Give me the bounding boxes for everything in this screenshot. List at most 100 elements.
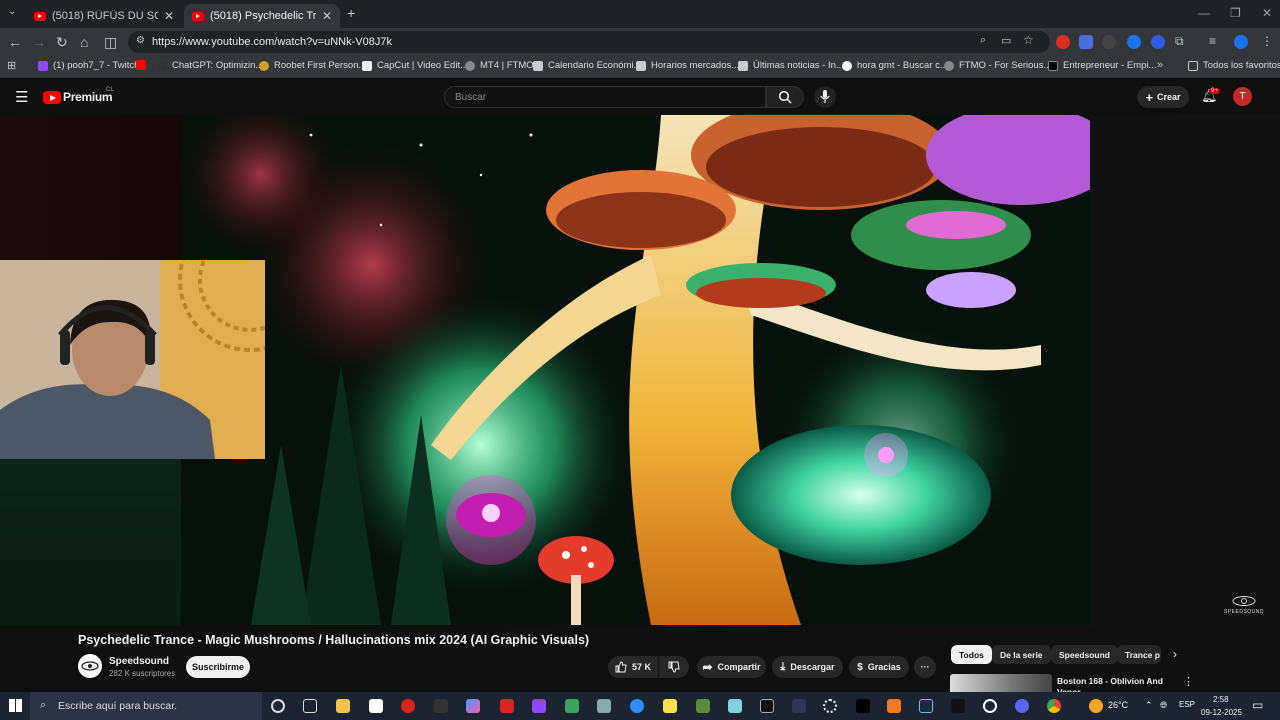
bookmark-hora-gmt[interactable]: hora gmt - Buscar c... bbox=[842, 60, 948, 71]
hamburger-menu-icon[interactable]: ☰ bbox=[15, 88, 28, 106]
app-teal-icon[interactable] bbox=[728, 699, 742, 713]
cast-icon[interactable]: ▭ bbox=[1001, 34, 1011, 47]
clock-date[interactable]: 09-12-2025 bbox=[1201, 708, 1242, 717]
language-indicator[interactable]: ESP bbox=[1179, 700, 1195, 709]
bookmark-ftmo-mt4[interactable]: MT4 | FTMO bbox=[465, 60, 534, 71]
copilot-icon[interactable] bbox=[466, 699, 480, 713]
tiktok-icon[interactable] bbox=[951, 699, 965, 713]
app-record-icon[interactable] bbox=[983, 699, 997, 713]
cortana-icon[interactable] bbox=[271, 699, 285, 713]
search-input[interactable]: Buscar bbox=[444, 86, 766, 108]
task-view-icon[interactable] bbox=[303, 699, 317, 713]
extension-circle-icon[interactable] bbox=[1151, 35, 1165, 49]
app-green-icon[interactable] bbox=[565, 699, 579, 713]
zoom-icon[interactable]: ⌕ bbox=[980, 34, 986, 47]
menu-kebab-icon[interactable]: ⋮ bbox=[1261, 34, 1273, 48]
video-frame[interactable] bbox=[181, 115, 1090, 625]
home-icon[interactable]: ⌂ bbox=[80, 34, 88, 50]
opera-icon[interactable] bbox=[401, 699, 415, 713]
extension-dark-icon[interactable] bbox=[1102, 35, 1116, 49]
back-icon[interactable]: ← bbox=[8, 34, 22, 50]
minimize-icon[interactable]: — bbox=[1198, 6, 1210, 20]
clock-time[interactable]: 2:58 bbox=[1213, 695, 1229, 704]
bookmark-roobet[interactable]: Roobet First Person... bbox=[259, 60, 366, 71]
app-orange-icon[interactable] bbox=[887, 699, 901, 713]
reload-icon[interactable]: ↻ bbox=[56, 34, 68, 51]
reading-list-icon[interactable]: ≡ bbox=[1209, 34, 1216, 48]
dislike-button[interactable] bbox=[659, 656, 689, 678]
split-view-icon[interactable]: ◫ bbox=[104, 34, 117, 51]
bookmark-twitch[interactable]: (1) pooh7_7 - Twitch bbox=[38, 60, 139, 71]
app-black-icon[interactable] bbox=[856, 699, 870, 713]
more-bookmarks-icon[interactable]: » bbox=[1157, 59, 1163, 71]
bookmark-calendario[interactable]: Calendario Económi... bbox=[533, 60, 641, 71]
app-grey-icon[interactable] bbox=[597, 699, 611, 713]
all-bookmarks-folder[interactable]: Todos los favoritos bbox=[1188, 60, 1280, 71]
notifications-icon[interactable]: ▭ bbox=[1252, 698, 1263, 712]
restore-icon[interactable]: ❐ bbox=[1230, 6, 1241, 20]
more-actions-button[interactable]: ··· bbox=[914, 656, 936, 678]
create-button[interactable]: + Crear bbox=[1137, 86, 1189, 108]
app-shield-icon[interactable] bbox=[792, 699, 806, 713]
close-tab-icon[interactable]: ✕ bbox=[164, 9, 174, 23]
network-globe-icon[interactable]: 🌐︎ bbox=[1160, 700, 1167, 711]
bookmark-chatgpt[interactable]: ChatGPT: Optimizin... bbox=[157, 60, 263, 71]
chip-trance[interactable]: Trance p bbox=[1117, 645, 1161, 664]
tray-chevron-icon[interactable]: ⌃ bbox=[1145, 700, 1153, 711]
chip-series[interactable]: De la serie bbox=[992, 645, 1051, 664]
tab-list-chevron-icon[interactable]: ⌄ bbox=[8, 6, 16, 17]
address-bar[interactable]: ⚙ https://www.youtube.com/watch?v=uNNk-V… bbox=[128, 31, 1050, 53]
settings-gear-icon[interactable] bbox=[823, 699, 837, 713]
chips-next-chevron-icon[interactable]: › bbox=[1173, 647, 1177, 661]
bookmark-noticias[interactable]: Últimas noticias - In... bbox=[738, 60, 844, 71]
bookmark-capcut[interactable]: CapCut | Video Edit... bbox=[362, 60, 468, 71]
like-button[interactable]: 57 K bbox=[608, 656, 658, 678]
extension-red-icon[interactable] bbox=[1056, 35, 1070, 49]
close-tab-icon[interactable]: ✕ bbox=[322, 9, 332, 23]
file-explorer-icon[interactable] bbox=[336, 699, 350, 713]
weather-temperature[interactable]: 26°C bbox=[1108, 700, 1128, 710]
channel-watermark[interactable]: SPEEDSOUND bbox=[1224, 595, 1264, 615]
bookmark-youtube[interactable] bbox=[136, 60, 151, 70]
app-dark-icon[interactable] bbox=[434, 699, 448, 713]
twitch-app-icon[interactable] bbox=[532, 699, 546, 713]
download-button[interactable]: ⤓ Descargar bbox=[772, 656, 843, 678]
channel-avatar[interactable] bbox=[78, 654, 102, 678]
app-red-icon[interactable] bbox=[500, 699, 514, 713]
chip-speedsound[interactable]: Speedsound bbox=[1051, 645, 1119, 664]
recommendation-thumbnail[interactable] bbox=[950, 674, 1052, 692]
forward-icon[interactable]: → bbox=[32, 34, 46, 50]
windows-start-icon[interactable] bbox=[9, 699, 22, 712]
search-button[interactable] bbox=[766, 86, 804, 108]
minecraft-icon[interactable] bbox=[696, 699, 710, 713]
recommendation-menu-icon[interactable]: ⋮ bbox=[1183, 675, 1194, 688]
new-tab-button[interactable]: + bbox=[347, 5, 355, 21]
tab-psychedelic[interactable]: (5018) Psychedelic Trance - Ma ✕ bbox=[184, 4, 340, 28]
apps-grid-icon[interactable]: ⊞ bbox=[7, 59, 16, 72]
youtube-logo-icon[interactable] bbox=[43, 91, 61, 104]
extension-blue-icon[interactable] bbox=[1127, 35, 1141, 49]
subscribe-button[interactable]: Suscribirme bbox=[186, 656, 250, 678]
bookmark-star-icon[interactable]: ☆ bbox=[1023, 33, 1034, 47]
close-window-icon[interactable]: ✕ bbox=[1262, 6, 1272, 20]
site-info-icon[interactable]: ⚙ bbox=[136, 35, 145, 46]
bookmark-ftmo[interactable]: FTMO - For Serious... bbox=[944, 60, 1051, 71]
account-avatar[interactable]: T bbox=[1233, 87, 1252, 106]
video-player[interactable]: SPEEDSOUND bbox=[0, 115, 1280, 626]
chip-all[interactable]: Todos bbox=[951, 645, 992, 664]
extensions-puzzle-icon[interactable]: ⧉ bbox=[1175, 34, 1184, 49]
bookmark-entrepreneur[interactable]: Entrepreneur - Empi... bbox=[1048, 60, 1156, 71]
chrome-icon[interactable] bbox=[1047, 699, 1061, 713]
bookmark-horarios[interactable]: Horarios mercados... bbox=[636, 60, 739, 71]
zoom-app-icon[interactable] bbox=[630, 699, 644, 713]
capcut-app-icon[interactable] bbox=[760, 699, 774, 713]
channel-name[interactable]: Speedsound bbox=[109, 656, 169, 667]
notepad-icon[interactable] bbox=[369, 699, 383, 713]
profile-icon[interactable] bbox=[1234, 35, 1248, 49]
steam-icon[interactable] bbox=[919, 699, 933, 713]
voice-search-button[interactable] bbox=[814, 86, 836, 108]
thanks-button[interactable]: $ Gracias bbox=[849, 656, 909, 678]
sticky-notes-icon[interactable] bbox=[663, 699, 677, 713]
taskbar-search[interactable]: ⌕ Escribe aquí para buscar. bbox=[30, 692, 262, 720]
tab-rufus[interactable]: (5018) RÜFÜS DU SOL ●● Inner ✕ bbox=[26, 4, 182, 28]
